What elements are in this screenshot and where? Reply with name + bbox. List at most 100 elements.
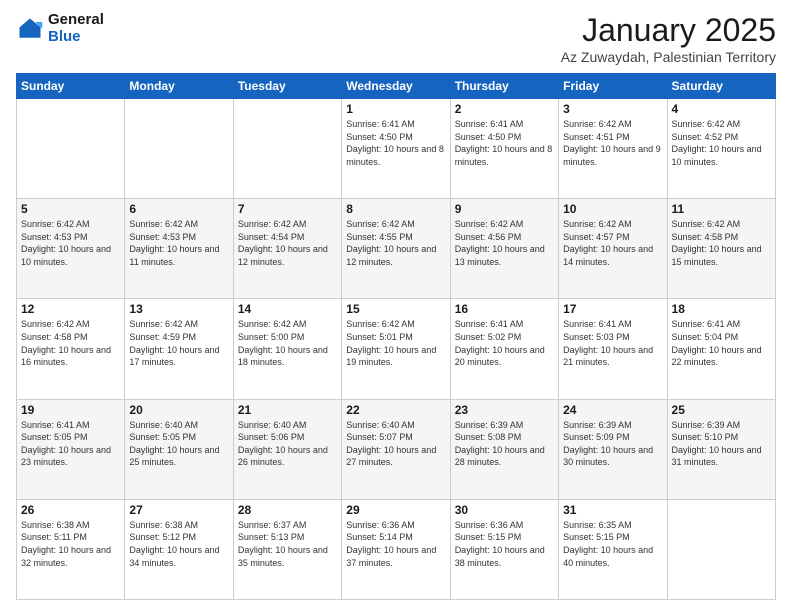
day-info: Sunrise: 6:37 AMSunset: 5:13 PMDaylight:… bbox=[238, 519, 337, 569]
day-number: 28 bbox=[238, 503, 337, 517]
location-subtitle: Az Zuwaydah, Palestinian Territory bbox=[561, 49, 776, 65]
table-row: 8 Sunrise: 6:42 AMSunset: 4:55 PMDayligh… bbox=[342, 199, 450, 299]
day-number: 8 bbox=[346, 202, 445, 216]
calendar-week-row: 5 Sunrise: 6:42 AMSunset: 4:53 PMDayligh… bbox=[17, 199, 776, 299]
calendar-week-row: 26 Sunrise: 6:38 AMSunset: 5:11 PMDaylig… bbox=[17, 499, 776, 599]
table-row: 24 Sunrise: 6:39 AMSunset: 5:09 PMDaylig… bbox=[559, 399, 667, 499]
day-info: Sunrise: 6:36 AMSunset: 5:15 PMDaylight:… bbox=[455, 519, 554, 569]
day-number: 23 bbox=[455, 403, 554, 417]
day-info: Sunrise: 6:42 AMSunset: 4:56 PMDaylight:… bbox=[455, 218, 554, 268]
day-number: 6 bbox=[129, 202, 228, 216]
day-info: Sunrise: 6:41 AMSunset: 4:50 PMDaylight:… bbox=[346, 118, 445, 168]
day-number: 30 bbox=[455, 503, 554, 517]
logo-icon bbox=[16, 15, 44, 43]
day-number: 19 bbox=[21, 403, 120, 417]
day-number: 11 bbox=[672, 202, 771, 216]
header-tuesday: Tuesday bbox=[233, 74, 341, 99]
logo: General Blue bbox=[16, 12, 104, 45]
table-row: 14 Sunrise: 6:42 AMSunset: 5:00 PMDaylig… bbox=[233, 299, 341, 399]
header-friday: Friday bbox=[559, 74, 667, 99]
day-number: 10 bbox=[563, 202, 662, 216]
table-row: 13 Sunrise: 6:42 AMSunset: 4:59 PMDaylig… bbox=[125, 299, 233, 399]
day-info: Sunrise: 6:42 AMSunset: 4:51 PMDaylight:… bbox=[563, 118, 662, 168]
header-sunday: Sunday bbox=[17, 74, 125, 99]
month-title: January 2025 bbox=[561, 12, 776, 49]
day-number: 7 bbox=[238, 202, 337, 216]
calendar-table: Sunday Monday Tuesday Wednesday Thursday… bbox=[16, 73, 776, 600]
table-row: 19 Sunrise: 6:41 AMSunset: 5:05 PMDaylig… bbox=[17, 399, 125, 499]
day-info: Sunrise: 6:41 AMSunset: 5:04 PMDaylight:… bbox=[672, 318, 771, 368]
day-info: Sunrise: 6:36 AMSunset: 5:14 PMDaylight:… bbox=[346, 519, 445, 569]
day-info: Sunrise: 6:41 AMSunset: 4:50 PMDaylight:… bbox=[455, 118, 554, 168]
day-info: Sunrise: 6:42 AMSunset: 4:58 PMDaylight:… bbox=[21, 318, 120, 368]
day-number: 1 bbox=[346, 102, 445, 116]
logo-general-text: General bbox=[48, 12, 104, 29]
header-thursday: Thursday bbox=[450, 74, 558, 99]
table-row: 3 Sunrise: 6:42 AMSunset: 4:51 PMDayligh… bbox=[559, 99, 667, 199]
day-number: 14 bbox=[238, 302, 337, 316]
table-row bbox=[125, 99, 233, 199]
day-number: 22 bbox=[346, 403, 445, 417]
day-info: Sunrise: 6:42 AMSunset: 4:53 PMDaylight:… bbox=[129, 218, 228, 268]
day-info: Sunrise: 6:39 AMSunset: 5:08 PMDaylight:… bbox=[455, 419, 554, 469]
day-number: 12 bbox=[21, 302, 120, 316]
table-row: 18 Sunrise: 6:41 AMSunset: 5:04 PMDaylig… bbox=[667, 299, 775, 399]
day-number: 5 bbox=[21, 202, 120, 216]
day-number: 4 bbox=[672, 102, 771, 116]
header-saturday: Saturday bbox=[667, 74, 775, 99]
table-row: 22 Sunrise: 6:40 AMSunset: 5:07 PMDaylig… bbox=[342, 399, 450, 499]
day-info: Sunrise: 6:40 AMSunset: 5:07 PMDaylight:… bbox=[346, 419, 445, 469]
table-row: 7 Sunrise: 6:42 AMSunset: 4:54 PMDayligh… bbox=[233, 199, 341, 299]
table-row: 10 Sunrise: 6:42 AMSunset: 4:57 PMDaylig… bbox=[559, 199, 667, 299]
table-row: 1 Sunrise: 6:41 AMSunset: 4:50 PMDayligh… bbox=[342, 99, 450, 199]
day-info: Sunrise: 6:39 AMSunset: 5:10 PMDaylight:… bbox=[672, 419, 771, 469]
day-number: 13 bbox=[129, 302, 228, 316]
day-number: 20 bbox=[129, 403, 228, 417]
day-number: 25 bbox=[672, 403, 771, 417]
day-info: Sunrise: 6:41 AMSunset: 5:03 PMDaylight:… bbox=[563, 318, 662, 368]
day-info: Sunrise: 6:41 AMSunset: 5:02 PMDaylight:… bbox=[455, 318, 554, 368]
table-row: 15 Sunrise: 6:42 AMSunset: 5:01 PMDaylig… bbox=[342, 299, 450, 399]
day-number: 3 bbox=[563, 102, 662, 116]
table-row: 4 Sunrise: 6:42 AMSunset: 4:52 PMDayligh… bbox=[667, 99, 775, 199]
day-info: Sunrise: 6:42 AMSunset: 4:59 PMDaylight:… bbox=[129, 318, 228, 368]
day-number: 2 bbox=[455, 102, 554, 116]
day-number: 31 bbox=[563, 503, 662, 517]
header-monday: Monday bbox=[125, 74, 233, 99]
header-wednesday: Wednesday bbox=[342, 74, 450, 99]
day-info: Sunrise: 6:42 AMSunset: 4:52 PMDaylight:… bbox=[672, 118, 771, 168]
day-info: Sunrise: 6:42 AMSunset: 4:53 PMDaylight:… bbox=[21, 218, 120, 268]
calendar-week-row: 1 Sunrise: 6:41 AMSunset: 4:50 PMDayligh… bbox=[17, 99, 776, 199]
day-info: Sunrise: 6:38 AMSunset: 5:11 PMDaylight:… bbox=[21, 519, 120, 569]
day-number: 24 bbox=[563, 403, 662, 417]
day-number: 29 bbox=[346, 503, 445, 517]
day-number: 27 bbox=[129, 503, 228, 517]
table-row: 21 Sunrise: 6:40 AMSunset: 5:06 PMDaylig… bbox=[233, 399, 341, 499]
table-row: 5 Sunrise: 6:42 AMSunset: 4:53 PMDayligh… bbox=[17, 199, 125, 299]
logo-text: General Blue bbox=[48, 12, 104, 45]
table-row: 28 Sunrise: 6:37 AMSunset: 5:13 PMDaylig… bbox=[233, 499, 341, 599]
day-info: Sunrise: 6:39 AMSunset: 5:09 PMDaylight:… bbox=[563, 419, 662, 469]
day-number: 26 bbox=[21, 503, 120, 517]
table-row: 9 Sunrise: 6:42 AMSunset: 4:56 PMDayligh… bbox=[450, 199, 558, 299]
table-row: 17 Sunrise: 6:41 AMSunset: 5:03 PMDaylig… bbox=[559, 299, 667, 399]
day-info: Sunrise: 6:42 AMSunset: 4:58 PMDaylight:… bbox=[672, 218, 771, 268]
table-row: 30 Sunrise: 6:36 AMSunset: 5:15 PMDaylig… bbox=[450, 499, 558, 599]
table-row bbox=[667, 499, 775, 599]
table-row bbox=[17, 99, 125, 199]
day-info: Sunrise: 6:35 AMSunset: 5:15 PMDaylight:… bbox=[563, 519, 662, 569]
day-info: Sunrise: 6:40 AMSunset: 5:05 PMDaylight:… bbox=[129, 419, 228, 469]
day-info: Sunrise: 6:40 AMSunset: 5:06 PMDaylight:… bbox=[238, 419, 337, 469]
table-row: 26 Sunrise: 6:38 AMSunset: 5:11 PMDaylig… bbox=[17, 499, 125, 599]
day-number: 21 bbox=[238, 403, 337, 417]
table-row: 25 Sunrise: 6:39 AMSunset: 5:10 PMDaylig… bbox=[667, 399, 775, 499]
table-row: 23 Sunrise: 6:39 AMSunset: 5:08 PMDaylig… bbox=[450, 399, 558, 499]
calendar-week-row: 12 Sunrise: 6:42 AMSunset: 4:58 PMDaylig… bbox=[17, 299, 776, 399]
table-row: 11 Sunrise: 6:42 AMSunset: 4:58 PMDaylig… bbox=[667, 199, 775, 299]
table-row: 2 Sunrise: 6:41 AMSunset: 4:50 PMDayligh… bbox=[450, 99, 558, 199]
table-row: 6 Sunrise: 6:42 AMSunset: 4:53 PMDayligh… bbox=[125, 199, 233, 299]
day-number: 9 bbox=[455, 202, 554, 216]
day-number: 16 bbox=[455, 302, 554, 316]
day-number: 15 bbox=[346, 302, 445, 316]
day-number: 17 bbox=[563, 302, 662, 316]
